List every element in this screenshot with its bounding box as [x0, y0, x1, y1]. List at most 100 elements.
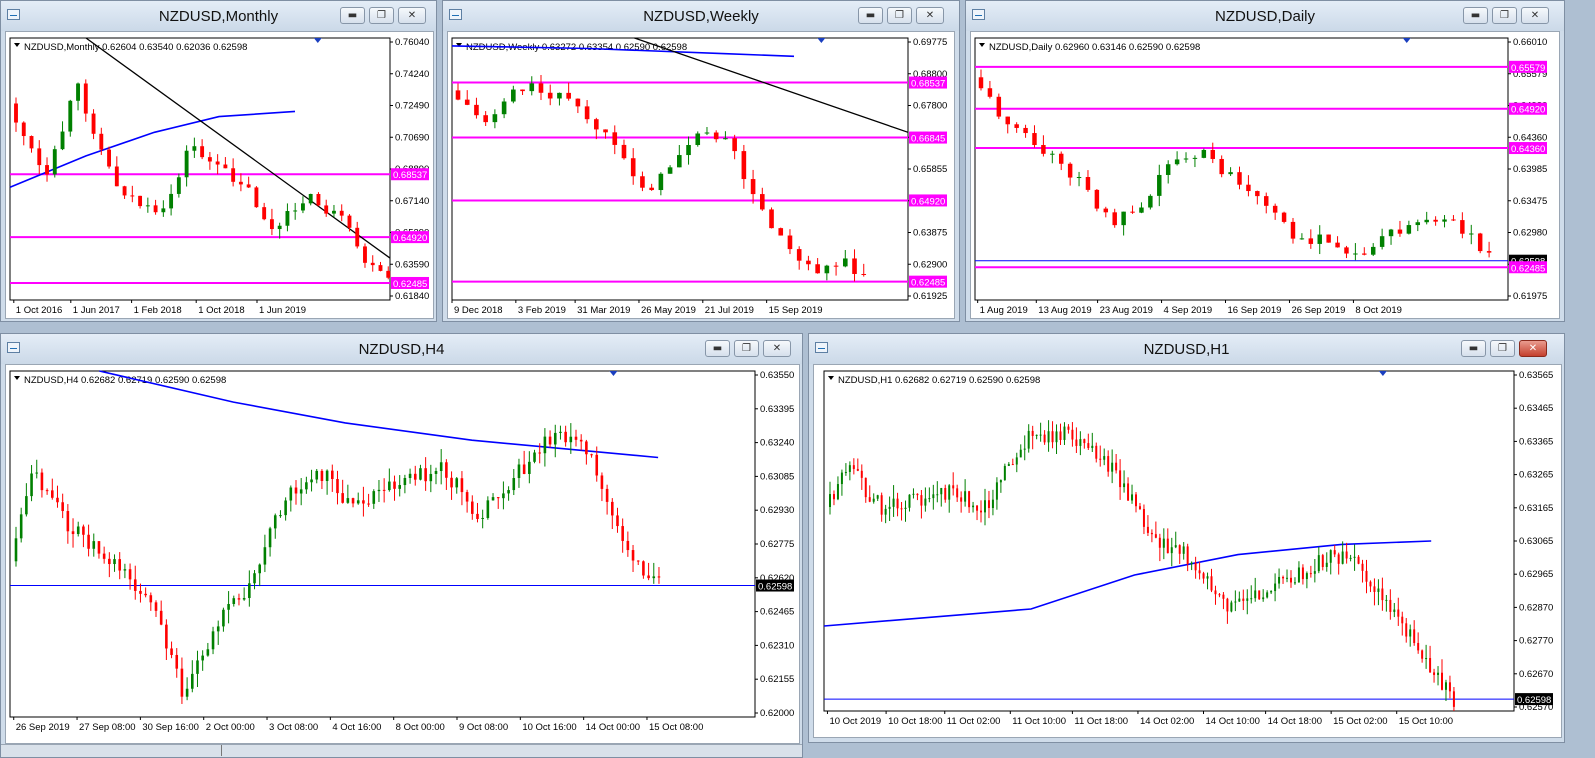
candle-body [192, 146, 197, 151]
candle-body [491, 497, 495, 501]
candle-body [284, 500, 287, 516]
y-tick-label: 0.63550 [760, 370, 794, 381]
close-button[interactable]: ✕ [1519, 340, 1547, 357]
candle-body [522, 464, 526, 474]
x-tick-label: 27 Sep 08:00 [79, 722, 136, 733]
chart-window-h4[interactable]: NZDUSD,H4 ▬ ❐ ✕ NZDUSD,H4 0.62682 0.6271… [0, 333, 803, 758]
restore-button[interactable]: ❐ [734, 340, 759, 357]
chart-area[interactable]: NZDUSD,H1 0.62682 0.62719 0.62590 0.6259… [813, 364, 1562, 738]
candle-body [512, 478, 516, 491]
candle-body [980, 510, 983, 513]
candle-body [636, 560, 640, 562]
candle-body [1067, 426, 1070, 430]
close-button[interactable]: ✕ [916, 7, 944, 24]
candle-body [1405, 623, 1408, 637]
minimize-button[interactable]: ▬ [340, 7, 365, 24]
candle-body [605, 488, 609, 502]
close-button[interactable]: ✕ [763, 340, 791, 357]
candle-body [1123, 483, 1126, 488]
chart-area[interactable]: NZDUSD,Monthly 0.62604 0.63540 0.62036 0… [5, 31, 434, 319]
candle-body [87, 534, 90, 549]
restore-button[interactable]: ❐ [887, 7, 912, 24]
chart-area[interactable]: NZDUSD,H4 0.62682 0.62719 0.62590 0.6259… [5, 364, 800, 744]
restore-button[interactable]: ❐ [1492, 7, 1517, 24]
candle-body [486, 500, 490, 518]
y-tick-label: 0.61975 [1513, 291, 1547, 302]
candle-body [114, 166, 119, 187]
y-tick-label: 0.74240 [395, 69, 429, 80]
window-tab[interactable] [221, 745, 308, 756]
y-tick-label: 0.63465 [1519, 403, 1553, 414]
dropdown-triangle-icon [979, 43, 985, 47]
close-button[interactable]: ✕ [398, 7, 426, 24]
candle-body [1165, 164, 1171, 175]
minimize-button[interactable]: ▬ [858, 7, 883, 24]
candle-body [1027, 430, 1030, 449]
x-tick-label: 3 Oct 08:00 [269, 722, 318, 733]
price-tag-label: 0.62485 [911, 278, 945, 289]
y-tick-label: 0.63165 [1519, 503, 1553, 514]
chart-window-weekly[interactable]: NZDUSD,Weekly ▬ ❐ ✕ NZDUSD,Weekly 0.6327… [442, 0, 960, 322]
candle-body [538, 83, 544, 93]
chart-area[interactable]: NZDUSD,Daily 0.62960 0.63146 0.62590 0.6… [970, 31, 1560, 319]
candle-body [936, 494, 939, 496]
price-tag-label: 0.64920 [393, 233, 427, 244]
x-tick-label: 15 Oct 10:00 [1399, 716, 1453, 727]
candle-body [66, 511, 70, 532]
minimize-button[interactable]: ▬ [1461, 340, 1486, 357]
candle-body [574, 436, 578, 440]
plot-area [9, 370, 756, 718]
candle-body [612, 132, 618, 145]
candle-body [180, 668, 184, 697]
candle-body [138, 195, 143, 207]
chart-window-h1[interactable]: NZDUSD,H1 ▬ ❐ ✕ NZDUSD,H1 0.62682 0.6271… [808, 333, 1565, 743]
candle-body [548, 436, 552, 445]
chart-window-monthly[interactable]: NZDUSD,Monthly ▬ ❐ ✕ NZDUSD,Monthly 0.62… [0, 0, 437, 322]
chart-window-daily[interactable]: NZDUSD,Daily ▬ ❐ ✕ NZDUSD,Daily 0.62960 … [965, 0, 1565, 322]
candle-body [91, 113, 96, 134]
candle-body [341, 493, 344, 503]
restore-button[interactable]: ❐ [1490, 340, 1515, 357]
window-titlebar[interactable]: NZDUSD,Monthly ▬ ❐ ✕ [1, 1, 436, 31]
candle-body [920, 495, 923, 506]
candle-body [1448, 682, 1451, 692]
x-tick-label: 2 Oct 00:00 [206, 722, 255, 733]
y-tick-label: 0.61840 [395, 291, 429, 302]
window-titlebar[interactable]: NZDUSD,Daily ▬ ❐ ✕ [966, 1, 1564, 31]
minimize-button[interactable]: ▬ [705, 340, 730, 357]
restore-button[interactable]: ❐ [369, 7, 394, 24]
candle-body [139, 590, 142, 594]
candle-body [621, 526, 624, 541]
candle-body [315, 470, 319, 480]
candle-body [455, 478, 459, 488]
candle-body [1091, 445, 1094, 448]
candle-body [1031, 430, 1034, 436]
price-tag-label: 0.62485 [1511, 263, 1545, 274]
candle-body [896, 498, 899, 509]
candle-body [1373, 586, 1376, 592]
candle-body [1344, 247, 1349, 254]
y-tick-label: 0.62465 [760, 607, 794, 618]
chart-area[interactable]: NZDUSD,Weekly 0.63272 0.63354 0.62590 0.… [447, 31, 955, 319]
candle-body [97, 541, 101, 554]
window-title: NZDUSD,H4 [358, 341, 445, 358]
x-tick-label: 26 Sep 2019 [16, 722, 70, 733]
window-titlebar[interactable]: NZDUSD,H4 ▬ ❐ ✕ [1, 334, 802, 364]
window-titlebar[interactable]: NZDUSD,H1 ▬ ❐ ✕ [809, 334, 1564, 364]
candle-body [836, 484, 839, 500]
candle-body [403, 478, 407, 486]
candle-body [92, 541, 96, 549]
candle-body [128, 569, 132, 580]
candle-body [533, 452, 536, 462]
close-button[interactable]: ✕ [1521, 7, 1549, 24]
candle-body [211, 631, 215, 650]
candle-body [1381, 588, 1384, 601]
candle-body [575, 98, 581, 107]
minimize-button[interactable]: ▬ [1463, 7, 1488, 24]
candle-body [118, 559, 122, 571]
window-titlebar[interactable]: NZDUSD,Weekly ▬ ❐ ✕ [443, 1, 959, 31]
candle-body [207, 157, 212, 162]
candle-body [1166, 538, 1169, 554]
candle-body [1246, 184, 1251, 192]
x-tick-label: 1 Oct 2018 [198, 305, 244, 316]
